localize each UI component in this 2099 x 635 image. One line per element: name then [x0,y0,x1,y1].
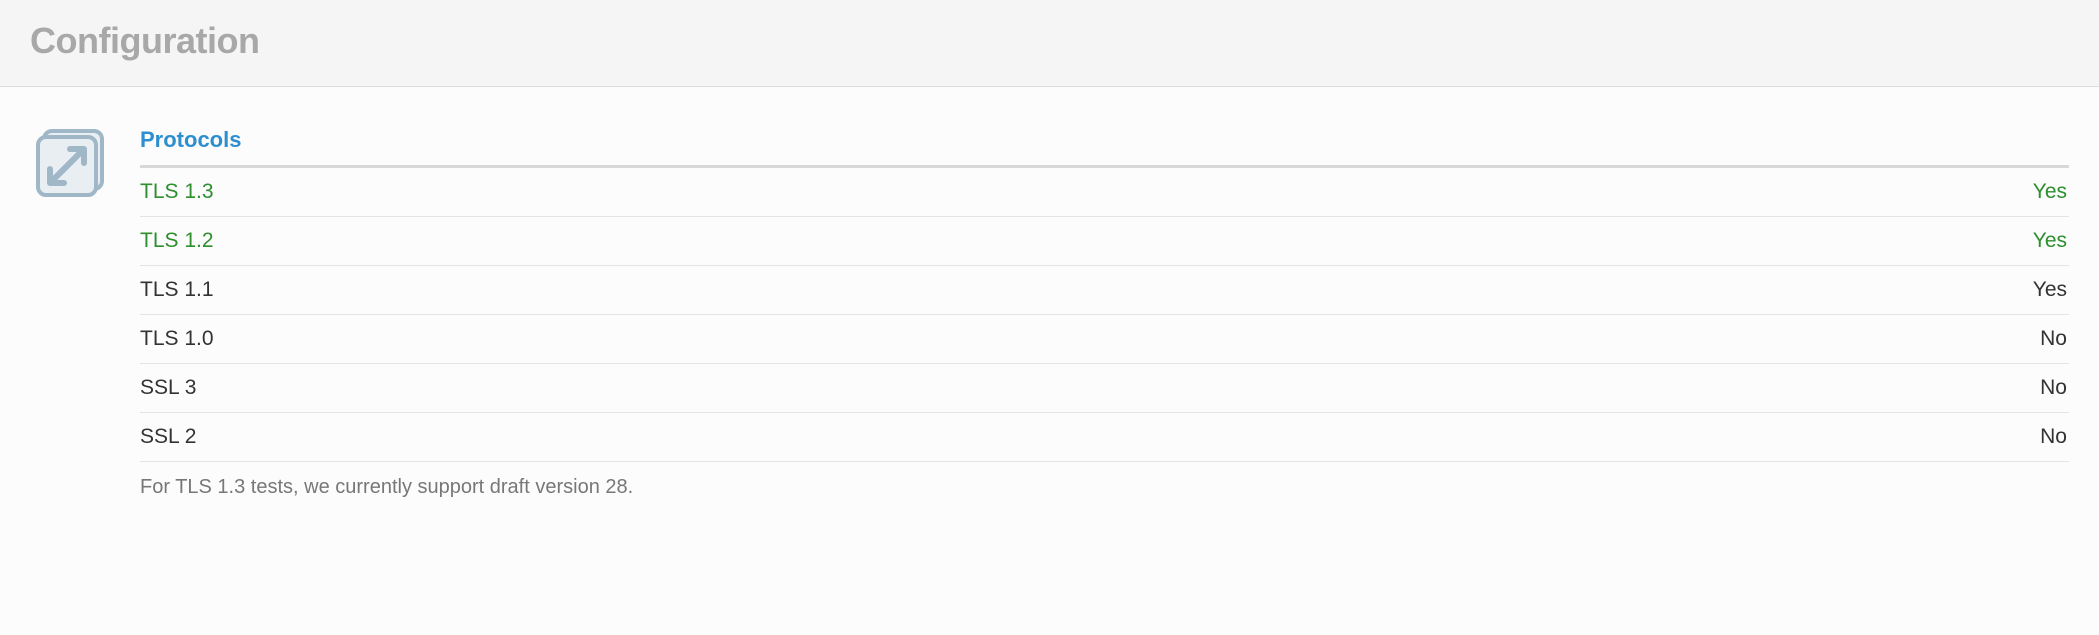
protocol-name: SSL 3 [140,364,1443,413]
table-row: TLS 1.3Yes [140,168,2069,217]
protocol-value: Yes [1443,266,2069,315]
protocol-name: TLS 1.0 [140,315,1443,364]
protocol-name: TLS 1.3 [140,168,1443,217]
table-row: TLS 1.2Yes [140,217,2069,266]
icon-slot [30,127,110,199]
header-band: Configuration [0,0,2099,87]
table-row: TLS 1.0No [140,315,2069,364]
protocols-heading: Protocols [140,127,2069,168]
protocol-name: SSL 2 [140,413,1443,462]
expand-icon [34,127,106,199]
content: Protocols TLS 1.3YesTLS 1.2YesTLS 1.1Yes… [0,87,2099,529]
protocol-name: TLS 1.2 [140,217,1443,266]
table-row: TLS 1.1Yes [140,266,2069,315]
protocol-value: Yes [1443,168,2069,217]
protocols-footnote: For TLS 1.3 tests, we currently support … [140,462,2069,499]
protocol-value: No [1443,315,2069,364]
protocols-section: Protocols TLS 1.3YesTLS 1.2YesTLS 1.1Yes… [140,127,2069,499]
protocol-value: No [1443,364,2069,413]
page-title: Configuration [30,20,2069,62]
table-row: SSL 3No [140,364,2069,413]
protocol-name: TLS 1.1 [140,266,1443,315]
table-row: SSL 2No [140,413,2069,462]
protocols-table: TLS 1.3YesTLS 1.2YesTLS 1.1YesTLS 1.0NoS… [140,168,2069,462]
protocol-value: Yes [1443,217,2069,266]
protocol-value: No [1443,413,2069,462]
